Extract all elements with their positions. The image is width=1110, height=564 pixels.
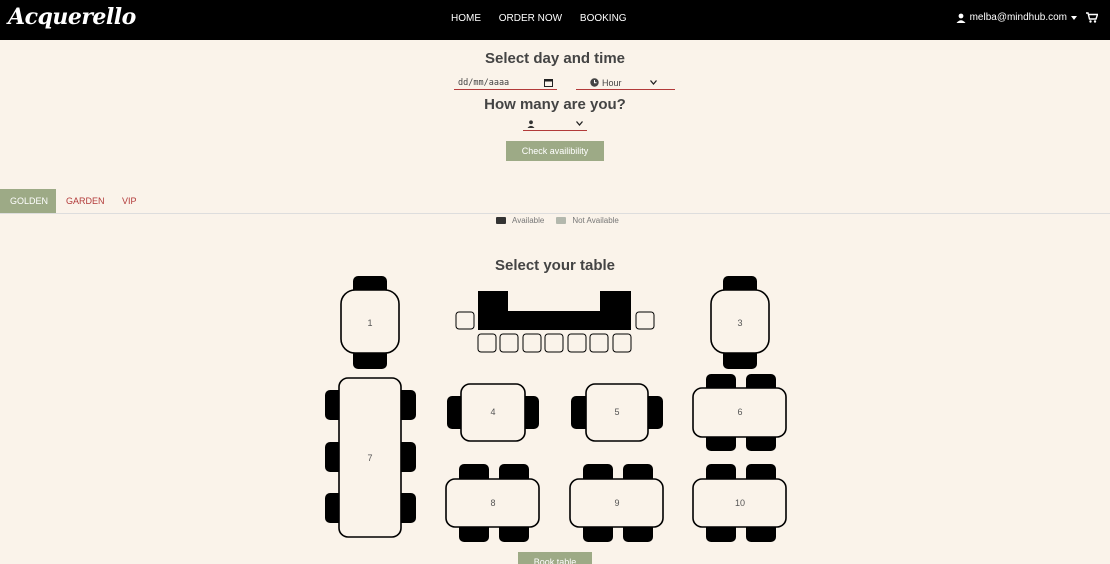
- bar-stool[interactable]: [522, 333, 542, 353]
- table-5[interactable]: 5: [571, 383, 663, 442]
- table-4[interactable]: 4: [447, 383, 539, 442]
- bar-stool[interactable]: [589, 333, 609, 353]
- counter: [478, 291, 631, 330]
- floor-plan: 1 3 7 4 5 6 8 9 10: [325, 276, 787, 542]
- table-label: 8: [490, 498, 495, 508]
- bar-counter: [455, 291, 655, 353]
- table-label: 7: [367, 453, 372, 463]
- table-9[interactable]: 9: [569, 464, 664, 542]
- table-label: 10: [735, 498, 745, 508]
- bar-stool[interactable]: [544, 333, 564, 353]
- bar-stool[interactable]: [612, 333, 632, 353]
- bar-stool[interactable]: [477, 333, 497, 353]
- table-label: 9: [614, 498, 619, 508]
- table-label: 4: [490, 407, 495, 417]
- table-6[interactable]: 6: [692, 374, 787, 451]
- table-8[interactable]: 8: [445, 464, 540, 542]
- table-3[interactable]: 3: [710, 276, 770, 369]
- table-label: 1: [367, 318, 372, 328]
- table-7[interactable]: 7: [325, 377, 416, 538]
- table-label: 6: [737, 407, 742, 417]
- table-label: 3: [737, 318, 742, 328]
- bar-stool[interactable]: [567, 333, 587, 353]
- table-label: 5: [614, 407, 619, 417]
- bar-stool[interactable]: [455, 311, 475, 330]
- table-1[interactable]: 1: [340, 276, 400, 369]
- table-10[interactable]: 10: [692, 464, 787, 542]
- bar-stool[interactable]: [499, 333, 519, 353]
- book-table-button[interactable]: Book table: [518, 552, 592, 564]
- bar-stool[interactable]: [635, 311, 655, 330]
